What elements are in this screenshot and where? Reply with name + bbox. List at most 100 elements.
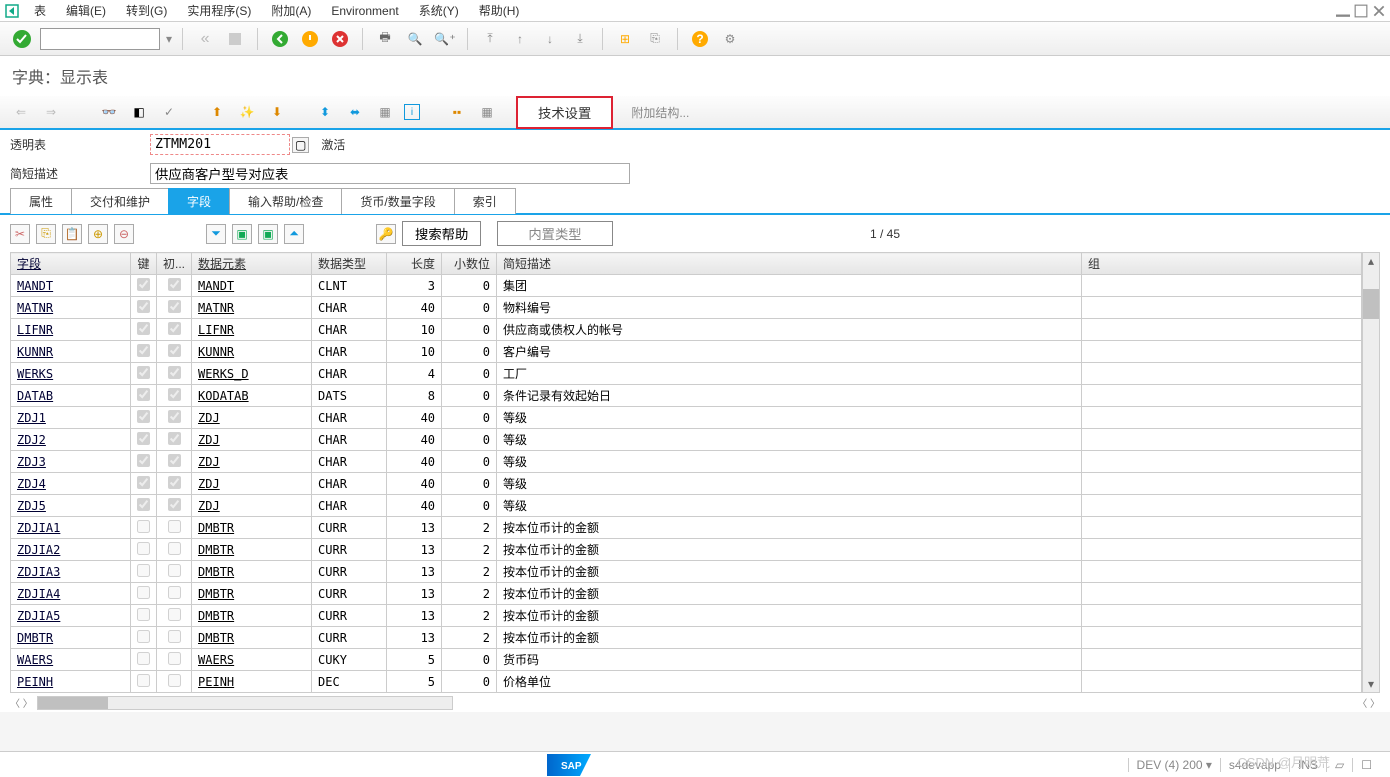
vertical-scrollbar[interactable]: ▴ ▾ — [1362, 252, 1380, 693]
activate-icon[interactable]: ⬆ — [206, 101, 228, 123]
insert-icon[interactable]: ⊕ — [88, 224, 108, 244]
table-contents-icon[interactable]: ▦ — [374, 101, 396, 123]
table-row[interactable]: ZDJIA3DMBTRCURR132按本位币计的金额 — [11, 561, 1362, 583]
key-checkbox[interactable] — [137, 476, 150, 489]
info-icon[interactable]: i — [404, 104, 420, 120]
init-checkbox[interactable] — [168, 608, 181, 621]
graphic-icon[interactable]: ▪▪ — [446, 101, 468, 123]
shortcut-icon[interactable]: ⎘ — [643, 27, 667, 51]
init-checkbox[interactable] — [168, 498, 181, 511]
short-desc-input[interactable] — [150, 163, 630, 184]
init-checkbox[interactable] — [168, 520, 181, 533]
key-checkbox[interactable] — [137, 388, 150, 401]
table-row[interactable]: ZDJ1ZDJCHAR400等级 — [11, 407, 1362, 429]
init-checkbox[interactable] — [168, 322, 181, 335]
check-icon[interactable]: ✓ — [158, 101, 180, 123]
command-field[interactable] — [40, 28, 160, 50]
init-checkbox[interactable] — [168, 300, 181, 313]
close-icon[interactable] — [1372, 4, 1386, 18]
cut-icon[interactable]: ✂ — [10, 224, 30, 244]
paste-icon[interactable]: 📋 — [62, 224, 82, 244]
key-checkbox[interactable] — [137, 300, 150, 313]
scroll-down-icon[interactable]: ▾ — [1363, 676, 1379, 692]
table-row[interactable]: MANDTMANDTCLNT30集团 — [11, 275, 1362, 297]
next-page-icon[interactable]: ↓ — [538, 27, 562, 51]
init-checkbox[interactable] — [168, 586, 181, 599]
key-checkbox[interactable] — [137, 630, 150, 643]
menu-goto[interactable]: 转到(G) — [116, 0, 177, 21]
collapse-all-icon[interactable]: ⏶ — [284, 224, 304, 244]
menu-add[interactable]: 附加(A) — [261, 0, 321, 21]
hscroll-right-icon[interactable]: 〈 〉 — [1357, 695, 1380, 710]
tab-5[interactable]: 索引 — [454, 188, 516, 214]
last-page-icon[interactable]: ⤓ — [568, 27, 592, 51]
init-checkbox[interactable] — [168, 674, 181, 687]
display-list-icon[interactable]: ⬇ — [266, 101, 288, 123]
init-checkbox[interactable] — [168, 630, 181, 643]
table-row[interactable]: ZDJIA5DMBTRCURR132按本位币计的金额 — [11, 605, 1362, 627]
settings-icon[interactable]: ⚙ — [718, 27, 742, 51]
key-checkbox[interactable] — [137, 410, 150, 423]
init-checkbox[interactable] — [168, 366, 181, 379]
init-checkbox[interactable] — [168, 564, 181, 577]
key-checkbox[interactable] — [137, 432, 150, 445]
table-row[interactable]: MATNRMATNRCHAR400物料编号 — [11, 297, 1362, 319]
init-checkbox[interactable] — [168, 652, 181, 665]
init-checkbox[interactable] — [168, 278, 181, 291]
col-dataelem[interactable]: 数据元素 — [192, 253, 312, 275]
cancel-icon[interactable] — [328, 27, 352, 51]
table-row[interactable]: ZDJIA4DMBTRCURR132按本位币计的金额 — [11, 583, 1362, 605]
minimize-icon[interactable] — [1336, 4, 1350, 18]
key-checkbox[interactable] — [137, 652, 150, 665]
tab-3[interactable]: 输入帮助/检查 — [229, 188, 342, 214]
init-checkbox[interactable] — [168, 410, 181, 423]
collapse-icon[interactable]: ▣ — [232, 224, 252, 244]
key-checkbox[interactable] — [137, 498, 150, 511]
append-structure-button[interactable]: 附加结构... — [631, 104, 689, 121]
table-row[interactable]: PEINHPEINHDEC50价格单位 — [11, 671, 1362, 693]
exit-icon[interactable] — [298, 27, 322, 51]
key-checkbox[interactable] — [137, 366, 150, 379]
table-row[interactable]: ZDJIA2DMBTRCURR132按本位币计的金额 — [11, 539, 1362, 561]
col-datatype[interactable]: 数据类型 — [312, 253, 387, 275]
first-page-icon[interactable]: ⤒ — [478, 27, 502, 51]
col-desc[interactable]: 简短描述 — [497, 253, 1082, 275]
copy-icon[interactable]: ⎘ — [36, 224, 56, 244]
hierarchy-icon[interactable]: ⬍ — [314, 101, 336, 123]
table-row[interactable]: WAERSWAERSCUKY50货币码 — [11, 649, 1362, 671]
key-checkbox[interactable] — [137, 674, 150, 687]
init-checkbox[interactable] — [168, 476, 181, 489]
col-key[interactable]: 键 — [131, 253, 157, 275]
save-icon[interactable] — [223, 27, 247, 51]
back-icon[interactable]: « — [193, 27, 217, 51]
key-checkbox[interactable] — [137, 344, 150, 357]
find-icon[interactable]: 🔍 — [403, 27, 427, 51]
menu-env[interactable]: Environment — [321, 2, 408, 20]
search-help-button[interactable]: 搜索帮助 — [402, 221, 481, 246]
tab-2[interactable]: 字段 — [168, 188, 230, 214]
f4-icon[interactable]: ▢ — [292, 137, 309, 153]
maximize-icon[interactable] — [1354, 4, 1368, 18]
table-row[interactable]: ZDJ3ZDJCHAR400等级 — [11, 451, 1362, 473]
col-group[interactable]: 组 — [1082, 253, 1362, 275]
append-icon[interactable]: ▦ — [476, 101, 498, 123]
init-checkbox[interactable] — [168, 344, 181, 357]
key-checkbox[interactable] — [137, 520, 150, 533]
menu-util[interactable]: 实用程序(S) — [177, 0, 261, 21]
key-checkbox[interactable] — [137, 608, 150, 621]
display-toggle-icon[interactable]: 👓 — [98, 101, 120, 123]
table-row[interactable]: ZDJ5ZDJCHAR400等级 — [11, 495, 1362, 517]
key-checkbox[interactable] — [137, 454, 150, 467]
status-system[interactable]: DEV (4) 200 ▾ — [1128, 758, 1220, 772]
print-icon[interactable]: 🖶 — [373, 27, 397, 51]
table-row[interactable]: DMBTRDMBTRCURR132按本位币计的金额 — [11, 627, 1362, 649]
builtin-type-button[interactable]: 内置类型 — [497, 221, 612, 246]
key-icon[interactable]: 🔑 — [376, 224, 396, 244]
prev-page-icon[interactable]: ↑ — [508, 27, 532, 51]
tab-0[interactable]: 属性 — [10, 188, 72, 214]
key-checkbox[interactable] — [137, 542, 150, 555]
table-row[interactable]: WERKSWERKS_DCHAR40工厂 — [11, 363, 1362, 385]
table-row[interactable]: LIFNRLIFNRCHAR100供应商或债权人的帐号 — [11, 319, 1362, 341]
nav-fwd-icon[interactable]: ⇒ — [40, 101, 62, 123]
help-icon[interactable]: ? — [688, 27, 712, 51]
